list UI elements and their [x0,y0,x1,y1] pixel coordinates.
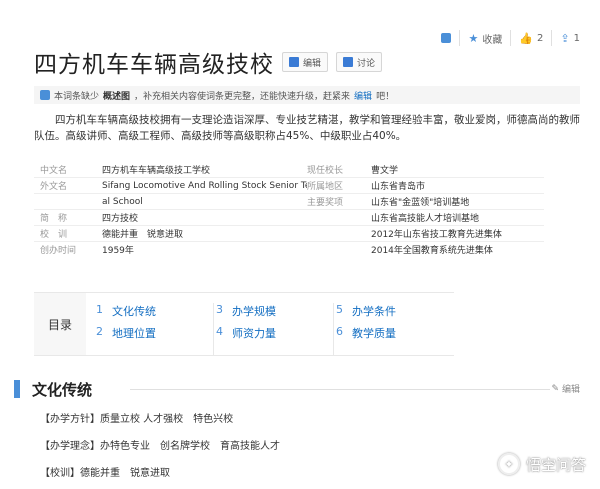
favorite-label: 收藏 [482,34,503,46]
info-value: 德能并重 锐意进取 [102,230,184,240]
notice-bar: 本词条缺少 概述图 ，补充相关内容使词条更完整，还能快速升级，赶紧来 编辑 吧！ [34,86,580,104]
info-key: 现任校长 [307,165,344,176]
toc-item-quality[interactable]: 6 教学质量 [336,325,454,341]
info-row: 校 训 德能并重 锐意进取 2012年山东省技工教育先进集体 [34,225,544,241]
toc-text: 教学质量 [352,327,396,340]
info-box: 中文名 四方机车车辆高级技工学校 现任校长 曹文学 外文名 Sifang Loc… [34,161,544,257]
table-of-contents: 目录 1 文化传统 2 地理位置 3 办学规模 4 师资力量 5 办学条件 6 … [34,292,454,356]
edit-button-label: 编辑 [303,58,322,69]
info-value: 四方机车车辆高级技工学校 [102,165,211,176]
info-value: Sifang Locomotive And Rolling Stock Seni… [102,180,307,191]
pencil-icon [40,90,50,100]
share-count: 1 [573,32,580,44]
star-icon: ★ [468,31,479,45]
info-value: 四方技校 [102,214,139,224]
toc-item-location[interactable]: 2 地理位置 [96,325,213,341]
watermark: ✦ 悟空问答 [497,453,586,475]
toc-number: 2 [96,325,103,338]
toc-text: 师资力量 [232,327,276,340]
toc-label: 目录 [34,293,86,355]
add-button[interactable] [433,30,459,46]
pencil-icon [289,57,299,67]
paragraph: 【办学理念】办特色专业 创名牌学校 育高技能人才 [40,441,280,452]
info-value: 山东省"金蓝领"培训基地 [371,198,470,208]
pencil-icon: ✎ [551,383,559,394]
discuss-button-label: 讨论 [357,58,376,69]
info-key: 创办时间 [40,246,77,256]
toc-text: 地理位置 [112,327,156,340]
info-key: 主要奖项 [307,198,344,208]
info-key: 中文名 [40,165,68,176]
info-key: 校 训 [40,230,68,240]
section-edit-label: 编辑 [561,385,580,395]
info-key: 外文名 [40,182,68,192]
section-marker [14,380,20,398]
toc-number: 1 [96,303,103,316]
info-value: 山东省高技能人才培训基地 [371,214,480,224]
info-value: 1959年 [102,246,134,256]
watermark-logo-icon: ✦ [497,453,520,475]
info-value: 山东省青岛市 [371,182,426,192]
toc-columns: 1 文化传统 2 地理位置 3 办学规模 4 师资力量 5 办学条件 6 教学质… [86,293,454,355]
section-title: 文化传统 [32,380,93,399]
like-button[interactable]: 👍 2 [510,30,551,46]
toc-text: 文化传统 [112,305,156,318]
notice-suffix: 吧！ [376,91,395,102]
section-header: 文化传统 ✎ 编辑 [0,378,600,400]
share-button[interactable]: ⇪ 1 [551,30,588,46]
notice-missing: 概述图 [103,91,131,102]
info-value: 2014年全国教育系统先进集体 [371,246,493,256]
toc-number: 4 [216,325,223,338]
info-value: 2012年山东省技工教育先进集体 [371,230,502,240]
info-value: al School [102,196,143,207]
notice-middle: ，补充相关内容使词条更完整，还能快速升级，赶紧来 [134,91,351,102]
toc-number: 6 [336,325,343,338]
toc-item-faculty[interactable]: 4 师资力量 [216,325,333,341]
toc-column: 5 办学条件 6 教学质量 [334,303,454,355]
toc-text: 办学条件 [352,305,396,318]
info-row: 简 称 四方技校 山东省高技能人才培训基地 [34,209,544,225]
section-edit-button[interactable]: ✎ 编辑 [551,382,580,396]
favorite-button[interactable]: ★ 收藏 [459,30,510,46]
thumbs-up-icon: 👍 [519,31,534,45]
paragraph: 【办学方针】质量立校 人才强校 特色兴校 [40,414,234,425]
toc-column: 3 办学规模 4 师资力量 [214,303,334,355]
toc-column: 1 文化传统 2 地理位置 [94,303,214,355]
info-key: 简 称 [40,214,68,224]
like-count: 2 [537,32,544,44]
edit-button[interactable]: 编辑 [282,52,329,72]
paragraph: 【校训】德能并重 锐意进取 [40,468,170,479]
top-action-bar: ★ 收藏 👍 2 ⇪ 1 [433,30,588,46]
notice-prefix: 本词条缺少 [54,91,100,102]
summary-text: 四方机车车辆高级技校拥有一支理论造诣深厚、专业技艺精湛，教学和管理经验丰富，敬业… [34,114,580,142]
info-row: 创办时间 1959年 2014年全国教育系统先进集体 [34,241,544,257]
title-row: 四方机车车辆高级技校 编辑 讨论 [34,45,383,79]
page-title: 四方机车车辆高级技校 [34,52,274,78]
info-row: 中文名 四方机车车辆高级技工学校 现任校长 曹文学 [34,161,544,177]
toc-item-culture[interactable]: 1 文化传统 [96,303,213,319]
toc-number: 5 [336,303,343,316]
toc-number: 3 [216,303,223,316]
info-row: 外文名 Sifang Locomotive And Rolling Stock … [34,177,544,193]
watermark-text: 悟空问答 [525,455,586,474]
discuss-button[interactable]: 讨论 [336,52,383,72]
toc-item-scale[interactable]: 3 办学规模 [216,303,333,319]
info-row: al School 主要奖项 山东省"金蓝领"培训基地 [34,193,544,209]
info-value: 曹文学 [371,165,399,176]
chat-icon [343,57,354,67]
add-icon [441,33,452,43]
section-divider [130,389,550,390]
toc-text: 办学规模 [232,305,276,318]
toc-item-conditions[interactable]: 5 办学条件 [336,303,454,319]
share-icon: ⇪ [560,31,570,45]
notice-edit-link[interactable]: 编辑 [354,89,372,102]
info-key: 所属地区 [307,182,344,192]
